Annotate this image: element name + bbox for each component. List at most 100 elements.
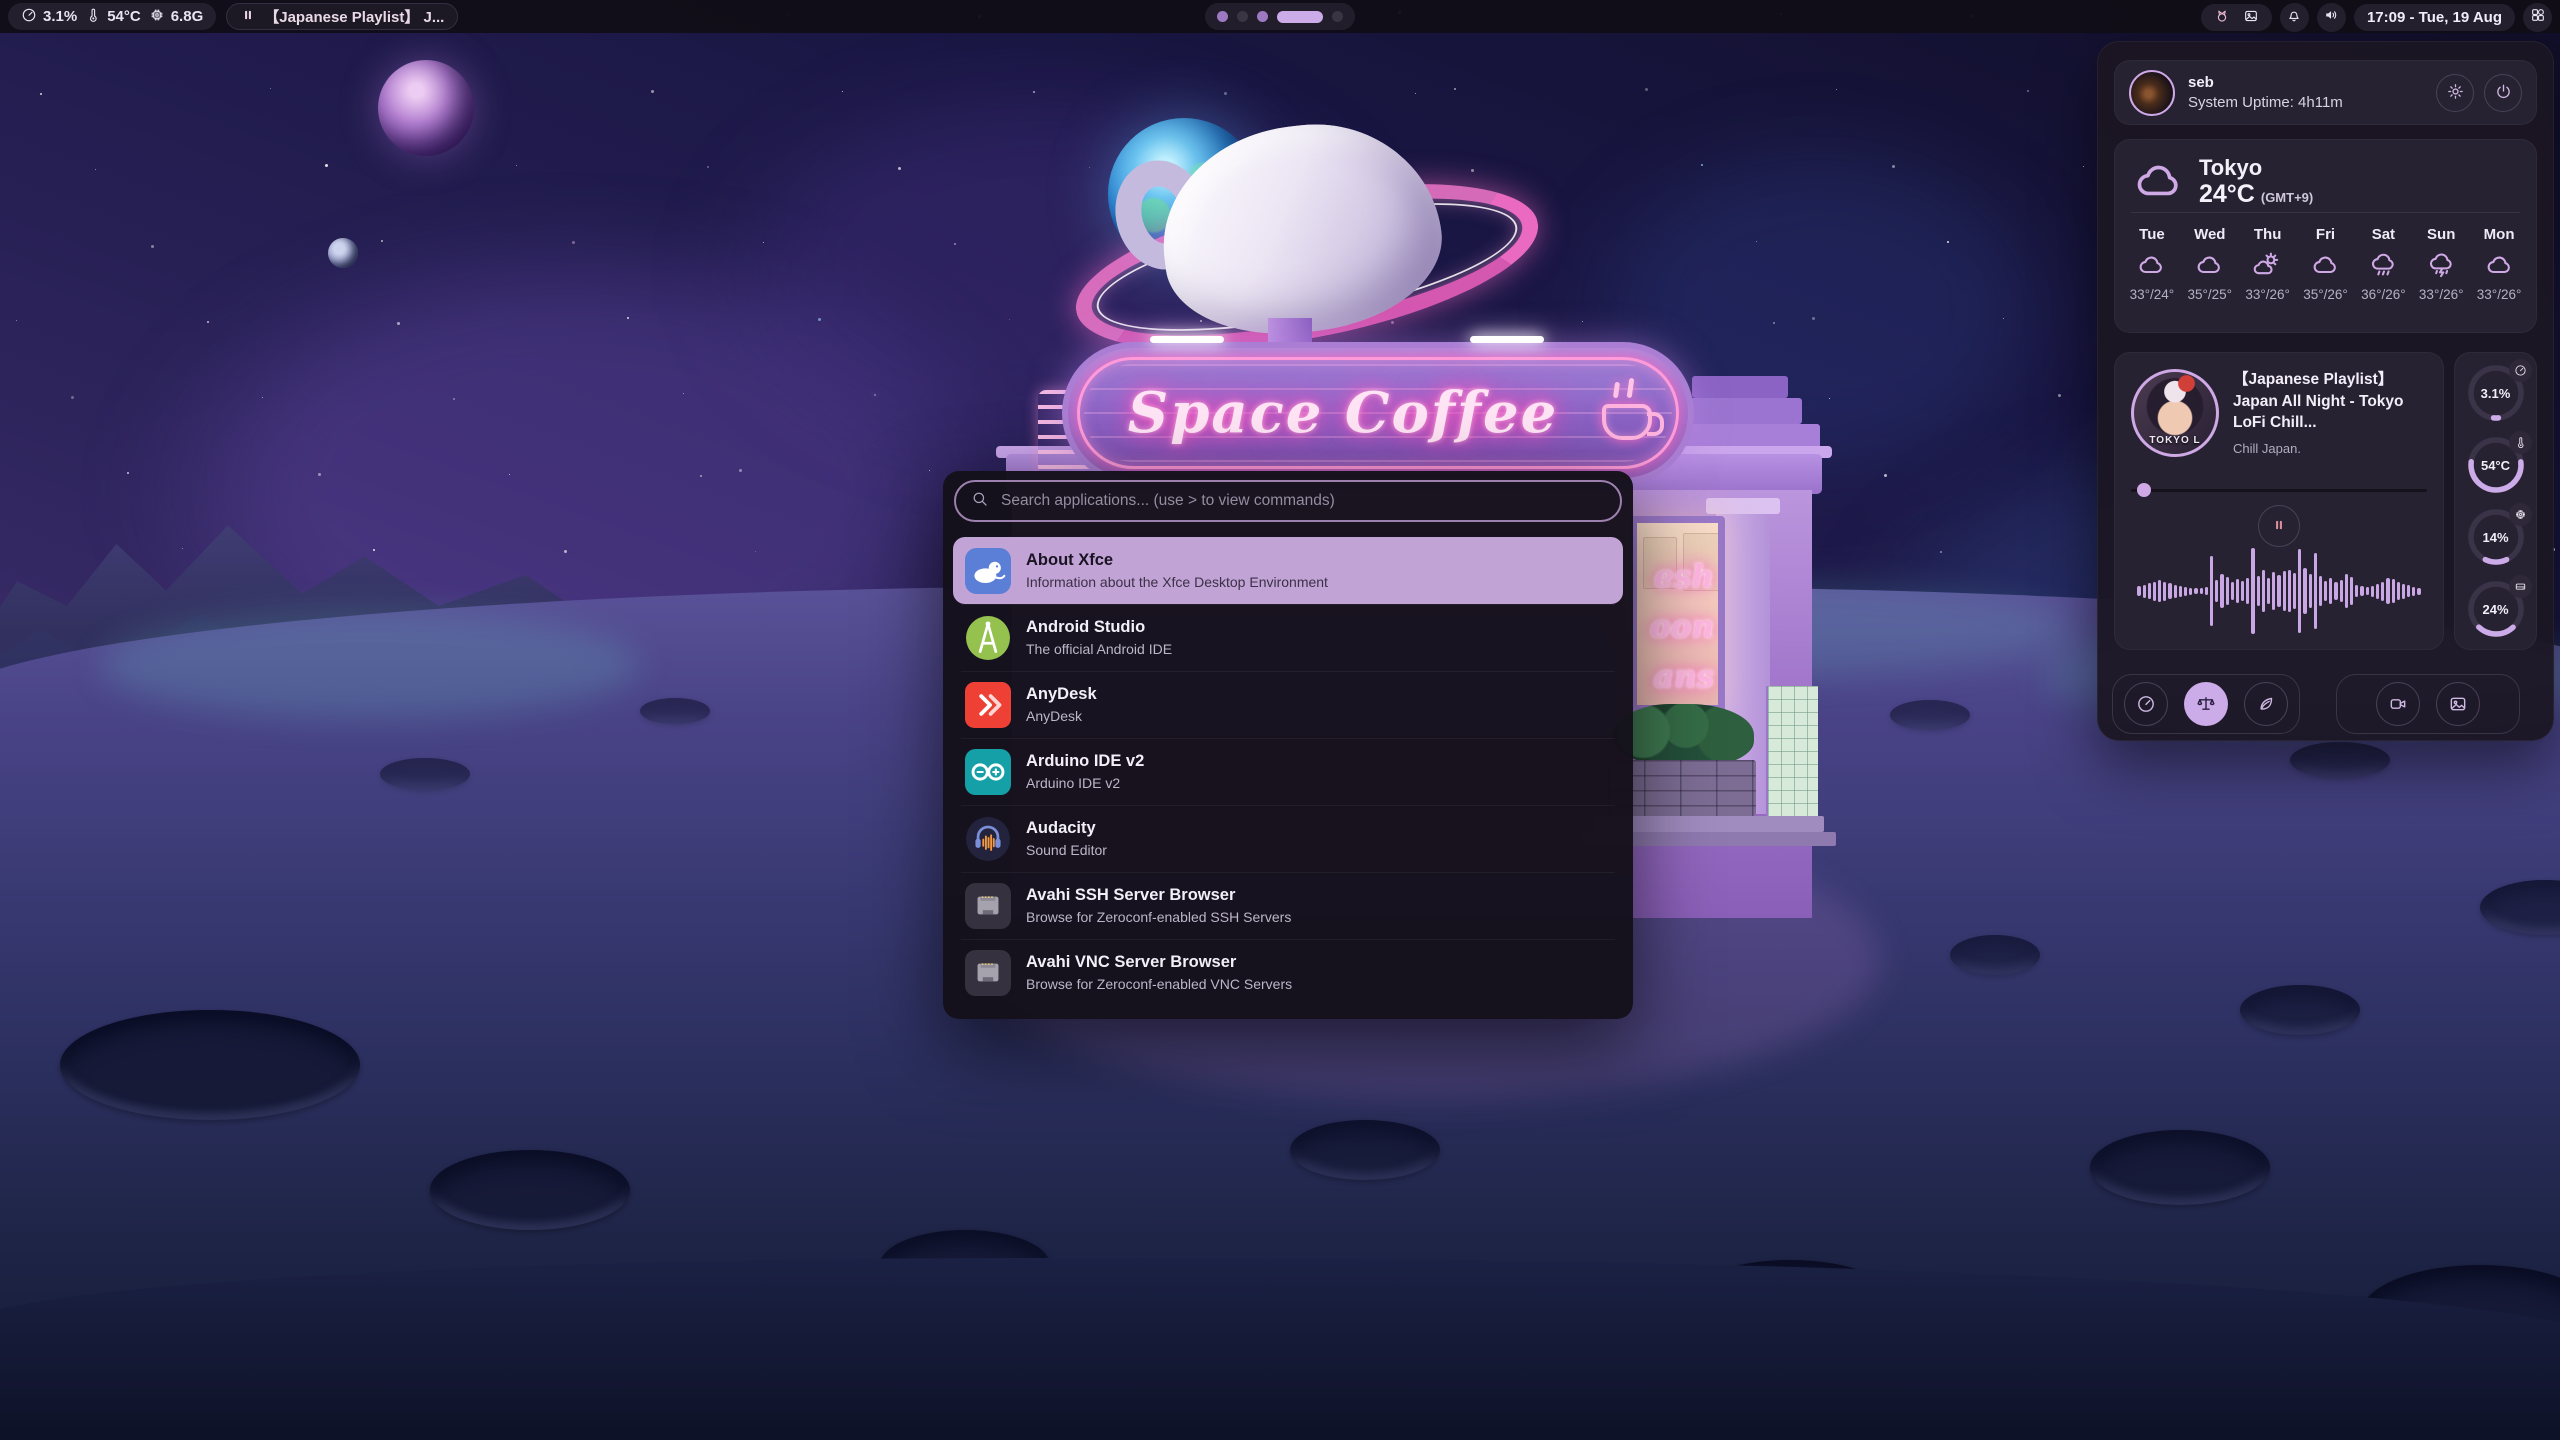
workspace-indicator-2[interactable]: [1237, 11, 1248, 22]
desktop: eshoonans Space Coffee 3.1% 54°C: [0, 0, 2560, 1440]
app-description: Browse for Zeroconf-enabled SSH Servers: [1026, 909, 1291, 925]
waveform-bar: [2241, 581, 2244, 601]
cat-tray-icon[interactable]: [2214, 8, 2230, 28]
small-moon: [328, 238, 358, 268]
waveform-bar: [2236, 579, 2239, 603]
forecast-day-tue: Tue 33°/24°: [2123, 220, 2181, 324]
roof-step: [1692, 376, 1788, 398]
purple-planet: [378, 60, 474, 156]
app-row-arduino-ide-v2[interactable]: Arduino IDE v2 Arduino IDE v2: [953, 738, 1623, 805]
waveform-bar: [2319, 576, 2322, 606]
balanced-button[interactable]: [2184, 682, 2228, 726]
gear-icon: [2446, 82, 2465, 104]
pause-icon[interactable]: [240, 7, 256, 27]
disk-icon: [2509, 575, 2532, 598]
side-panel: seb System Uptime: 4h11m Tokyo 24°C: [2097, 41, 2554, 741]
sign-light: [1150, 336, 1224, 343]
track-subtitle: Chill Japan.: [2233, 441, 2431, 456]
progress-knob[interactable]: [2137, 483, 2151, 497]
app-row-avahi-ssh-server-browser[interactable]: Avahi SSH Server Browser Browse for Zero…: [953, 872, 1623, 939]
screen-record-button[interactable]: [2376, 682, 2420, 726]
avatar[interactable]: [2129, 70, 2175, 116]
app-title: About Xfce: [1026, 551, 1328, 571]
waveform-bar: [2168, 583, 2171, 599]
app-title: Avahi VNC Server Browser: [1026, 953, 1292, 973]
waveform-bar: [2407, 585, 2410, 597]
system-gauges-card: 3.1% 54°C 14% 24%: [2454, 352, 2537, 650]
track-title: 【Japanese Playlist】 Japan All Night - To…: [2233, 369, 2431, 434]
app-row-android-studio[interactable]: Android Studio The official Android IDE: [953, 604, 1623, 671]
speedometer-icon: [21, 7, 37, 27]
workspace-indicator-1[interactable]: [1217, 11, 1228, 22]
waveform-bar: [2163, 582, 2166, 601]
notifications-button[interactable]: [2280, 3, 2309, 32]
rain-cloud-icon: [2369, 250, 2398, 280]
now-playing-label: 【Japanese Playlist】 J...: [264, 6, 444, 27]
workspace-indicator-5[interactable]: [1332, 11, 1343, 22]
waveform-bar: [2257, 576, 2260, 606]
top-bar: 3.1% 54°C 6.8G 【Japanese Playlist】 J...: [0, 0, 2560, 33]
waveform-bar: [2402, 584, 2405, 599]
app-row-avahi-vnc-server-browser[interactable]: Avahi VNC Server Browser Browse for Zero…: [953, 939, 1623, 1006]
waveform-bar: [2174, 585, 2177, 598]
search-bar[interactable]: [954, 480, 1622, 522]
network-app-icon: [965, 950, 1011, 996]
app-row-about-xfce[interactable]: About Xfce Information about the Xfce De…: [953, 537, 1623, 604]
app-description: AnyDesk: [1026, 708, 1097, 724]
app-description: Arduino IDE v2: [1026, 775, 1144, 791]
chip-icon: [2509, 503, 2532, 526]
now-playing-pill[interactable]: 【Japanese Playlist】 J...: [226, 3, 458, 30]
app-description: The official Android IDE: [1026, 641, 1172, 657]
workspace-indicator-3[interactable]: [1257, 11, 1268, 22]
progress-bar[interactable]: [2131, 483, 2427, 497]
systray-pill: [2201, 4, 2272, 31]
workspace-indicator-4[interactable]: [1277, 11, 1323, 23]
app-grid-button[interactable]: [2523, 3, 2552, 32]
pause-icon: [2271, 517, 2287, 536]
temp-stat: 54°C: [85, 7, 141, 27]
pause-button[interactable]: [2258, 505, 2300, 547]
album-art-text: TOKYO L: [2134, 435, 2216, 446]
image-tray-icon[interactable]: [2243, 8, 2259, 28]
waveform-bar: [2386, 578, 2389, 604]
system-uptime: System Uptime: 4h11m: [2188, 94, 2343, 111]
screenshot-button[interactable]: [2436, 682, 2480, 726]
arduino-app-icon: [965, 749, 1011, 795]
speaker-icon: [2323, 7, 2339, 28]
performance-button[interactable]: [2124, 682, 2168, 726]
waveform-bar: [2226, 577, 2229, 605]
volume-button[interactable]: [2317, 3, 2346, 32]
power-saver-button[interactable]: [2244, 682, 2288, 726]
sign-text: Space Coffee: [1068, 380, 1618, 446]
waveform-bar: [2293, 573, 2296, 609]
settings-button[interactable]: [2436, 74, 2474, 112]
horizon-glow: [100, 610, 640, 720]
waveform-bar: [2210, 556, 2213, 626]
waveform-bar: [2246, 578, 2249, 604]
tile-wall: [1766, 686, 1818, 816]
forecast-day-wed: Wed 35°/25°: [2181, 220, 2239, 324]
workspace-switcher[interactable]: [1205, 3, 1355, 30]
album-art[interactable]: TOKYO L: [2131, 369, 2219, 457]
waveform-bar: [2397, 582, 2400, 600]
xfce-app-icon: [965, 548, 1011, 594]
music-player-card: TOKYO L 【Japanese Playlist】 Japan All Ni…: [2114, 352, 2444, 650]
search-input[interactable]: [999, 491, 1605, 511]
app-title: Avahi SSH Server Browser: [1026, 886, 1291, 906]
gauge-disk: 24%: [2464, 577, 2528, 641]
power-button[interactable]: [2484, 74, 2522, 112]
clock-pill[interactable]: 17:09 - Tue, 19 Aug: [2354, 4, 2515, 31]
waveform-bar: [2137, 586, 2140, 596]
app-row-anydesk[interactable]: AnyDesk AnyDesk: [953, 671, 1623, 738]
thermometer-icon: [2509, 431, 2532, 454]
waveform-bar: [2329, 578, 2332, 604]
app-title: Android Studio: [1026, 618, 1172, 638]
weather-card: Tokyo 24°C (GMT+9) Tue 33°/24°Wed 35°/25…: [2114, 139, 2537, 333]
app-row-audacity[interactable]: Audacity Sound Editor: [953, 805, 1623, 872]
shop-pillar: [1706, 498, 1780, 514]
waveform-bar: [2231, 582, 2234, 600]
app-title: AnyDesk: [1026, 685, 1097, 705]
waveform-bar: [2366, 587, 2369, 595]
gauge-chip: 14%: [2464, 505, 2528, 569]
memory-stat: 6.8G: [149, 7, 204, 27]
